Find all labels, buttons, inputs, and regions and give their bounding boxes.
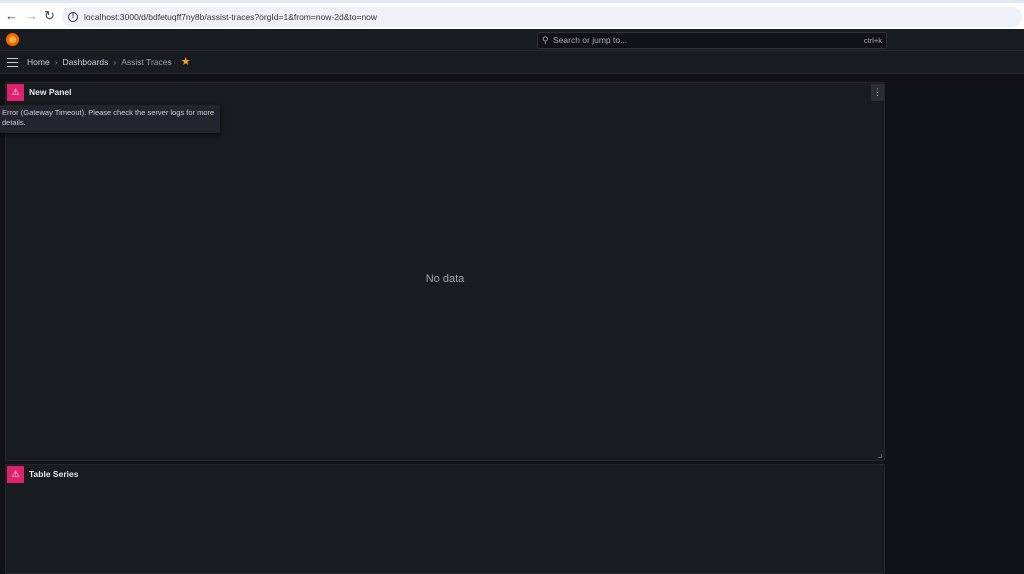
- breadcrumb-dashboards[interactable]: Dashboards: [63, 57, 109, 67]
- warning-icon[interactable]: ⚠: [7, 84, 24, 101]
- address-bar[interactable]: ! localhost:3000/d/bdfetuqff7ny8b/assist-…: [62, 7, 1022, 27]
- url-text: localhost:3000/d/bdfetuqff7ny8b/assist-t…: [84, 12, 378, 22]
- grafana-logo-icon[interactable]: [6, 33, 19, 46]
- panel-table-series: ⚠ Table Series: [5, 464, 885, 574]
- breadcrumb-bar: Home › Dashboards › Assist Traces ★: [0, 51, 1024, 74]
- star-icon[interactable]: ★: [181, 56, 191, 68]
- menu-icon[interactable]: [7, 58, 18, 67]
- panel-menu-button[interactable]: ⋮: [871, 84, 884, 101]
- top-navbar: ⚲ Search or jump to... ctrl+k: [0, 29, 1024, 51]
- search-input[interactable]: ⚲ Search or jump to... ctrl+k: [537, 32, 887, 49]
- no-data-message: No data: [425, 273, 465, 285]
- chevron-right-icon: ›: [54, 57, 58, 67]
- panel-title: New Panel: [29, 87, 72, 97]
- keyboard-shortcut: ctrl+k: [863, 36, 882, 45]
- site-info-icon[interactable]: !: [68, 12, 78, 22]
- breadcrumb-current: Assist Traces: [121, 57, 172, 67]
- breadcrumb-home[interactable]: Home: [27, 57, 50, 67]
- browser-toolbar: ← → ↻ ! localhost:3000/d/bdfetuqff7ny8b/a…: [0, 0, 1024, 29]
- back-icon[interactable]: ←: [5, 8, 18, 23]
- error-tooltip: Error (Gateway Timeout). Please check th…: [0, 105, 220, 133]
- breadcrumb: Home › Dashboards › Assist Traces ★: [27, 51, 191, 74]
- forward-icon[interactable]: →: [25, 8, 38, 23]
- resize-handle[interactable]: [878, 454, 882, 458]
- reload-icon[interactable]: ↻: [44, 8, 55, 24]
- search-placeholder: Search or jump to...: [553, 35, 628, 45]
- warning-icon[interactable]: ⚠: [7, 466, 24, 483]
- search-icon: ⚲: [542, 35, 549, 45]
- chevron-right-icon: ›: [113, 57, 117, 67]
- panel-title: Table Series: [29, 469, 79, 479]
- panel-new-panel: ⚠ New Panel ⋮ No data: [5, 82, 885, 461]
